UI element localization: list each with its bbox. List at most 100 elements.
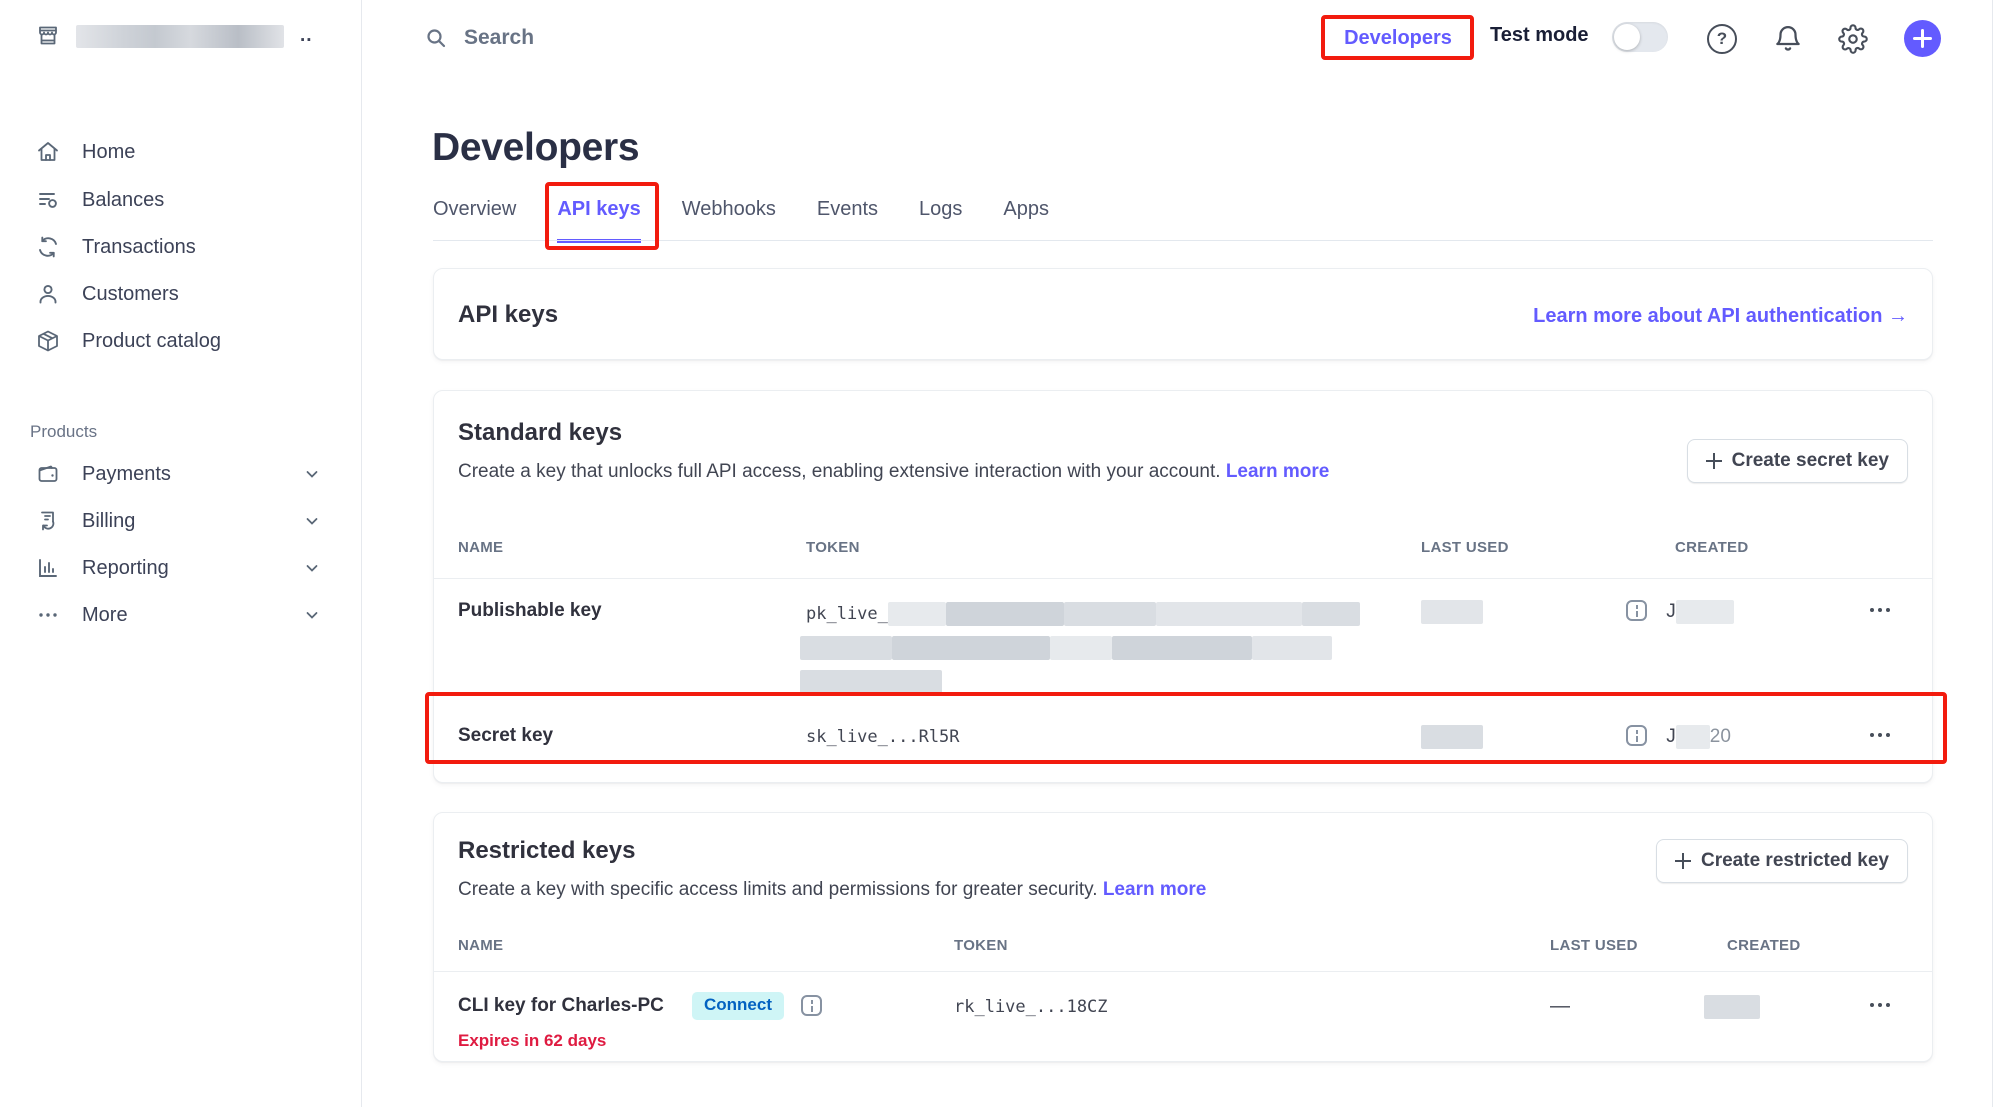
key-name: Secret key	[458, 725, 553, 747]
row-overflow-menu[interactable]	[1868, 727, 1892, 743]
col-last-used: LAST USED	[1421, 539, 1509, 556]
key-token[interactable]: sk_live_...Rl5R	[806, 727, 960, 747]
home-icon	[36, 140, 60, 164]
table-row-publishable-key: Publishable key pk_live_ J	[434, 578, 1932, 695]
sidebar-item-billing[interactable]: Billing	[36, 505, 135, 537]
settings-button[interactable]	[1838, 24, 1868, 54]
table-row-cli-key: CLI key for Charles-PC Connect rk_live_.…	[434, 971, 1932, 1063]
chevron-down-icon	[304, 466, 320, 482]
sidebar-item-product-catalog[interactable]: Product catalog	[36, 325, 221, 357]
notifications-button[interactable]	[1773, 24, 1803, 54]
restricted-keys-card: Restricted keys Create a key with specif…	[433, 812, 1933, 1062]
tab-apps[interactable]: Apps	[1003, 198, 1049, 243]
sidebar-item-label: Reporting	[82, 557, 169, 580]
create-secret-key-label: Create secret key	[1732, 450, 1889, 472]
more-icon	[36, 603, 60, 627]
restricted-keys-learn-more-link[interactable]: Learn more	[1103, 879, 1206, 900]
standard-keys-description-text: Create a key that unlocks full API acces…	[458, 461, 1221, 482]
sidebar-item-label: Transactions	[82, 236, 196, 259]
info-icon[interactable]	[1626, 600, 1647, 621]
col-created: CREATED	[1675, 539, 1749, 556]
standard-keys-card: Standard keys Create a key that unlocks …	[433, 390, 1933, 783]
sidebar-item-home[interactable]: Home	[36, 136, 135, 168]
info-icon[interactable]	[1626, 725, 1647, 746]
created-cell: J 20	[1626, 725, 1731, 749]
account-switcher[interactable]: ..	[36, 24, 313, 48]
created-redacted	[1704, 995, 1760, 1019]
test-mode-toggle[interactable]	[1612, 22, 1668, 52]
redacted-token	[1302, 602, 1360, 626]
sidebar-item-label: Billing	[82, 510, 135, 533]
col-created: CREATED	[1727, 937, 1801, 954]
last-used-redacted	[1421, 600, 1483, 624]
developers-link-label: Developers	[1344, 27, 1452, 50]
sidebar-item-payments[interactable]: Payments	[36, 458, 171, 490]
sidebar-item-customers[interactable]: Customers	[36, 278, 179, 310]
last-used-redacted	[1421, 725, 1483, 749]
tab-webhooks[interactable]: Webhooks	[682, 198, 776, 243]
reporting-icon	[36, 556, 60, 580]
help-button[interactable]: ?	[1707, 24, 1737, 54]
tab-events[interactable]: Events	[817, 198, 878, 243]
tab-overview[interactable]: Overview	[433, 198, 516, 243]
col-name: NAME	[458, 539, 503, 556]
sidebar-item-more[interactable]: More	[36, 599, 128, 631]
tabs-divider	[433, 240, 1933, 241]
col-last-used: LAST USED	[1550, 937, 1638, 954]
created-prefix: J	[1666, 601, 1676, 622]
redacted-token	[946, 602, 1064, 626]
topbar-developers-link[interactable]: Developers	[1323, 17, 1473, 60]
api-keys-card: API keys Learn more about API authentica…	[433, 268, 1933, 360]
created-cell: J	[1626, 600, 1734, 624]
key-expiry-warning: Expires in 62 days	[458, 1031, 606, 1051]
redacted-token	[1064, 602, 1156, 626]
sidebar-item-label: Home	[82, 141, 135, 164]
help-icon: ?	[1707, 24, 1737, 54]
storefront-icon	[36, 24, 60, 48]
plus-icon	[1675, 853, 1691, 869]
redacted-token-line2	[800, 636, 1332, 660]
created-redacted	[1676, 725, 1710, 749]
connect-badge-group: Connect	[692, 992, 822, 1020]
sidebar-item-label: Payments	[82, 463, 171, 486]
restricted-keys-heading: Restricted keys	[458, 837, 635, 865]
sidebar-item-reporting[interactable]: Reporting	[36, 552, 169, 584]
create-restricted-key-label: Create restricted key	[1701, 850, 1889, 872]
info-icon[interactable]	[801, 995, 822, 1016]
sidebar-item-balances[interactable]: Balances	[36, 184, 164, 216]
search-input[interactable]: Search	[424, 26, 534, 50]
table-row-secret-key: Secret key sk_live_...Rl5R J 20	[434, 695, 1932, 784]
api-auth-learn-more-link[interactable]: Learn more about API authentication →	[1533, 305, 1908, 328]
created-prefix: J	[1666, 726, 1676, 747]
tab-logs[interactable]: Logs	[919, 198, 962, 243]
created-redacted	[1676, 600, 1734, 624]
chevron-down-icon	[304, 560, 320, 576]
col-name: NAME	[458, 937, 503, 954]
api-keys-heading: API keys	[458, 301, 558, 329]
key-token[interactable]: rk_live_...18CZ	[954, 997, 1108, 1017]
create-restricted-key-button[interactable]: Create restricted key	[1656, 839, 1908, 883]
create-secret-key-button[interactable]: Create secret key	[1687, 439, 1908, 483]
test-mode-label: Test mode	[1490, 24, 1589, 47]
created-suffix: 20	[1710, 726, 1731, 747]
redacted-token	[888, 602, 946, 626]
row-overflow-menu[interactable]	[1868, 997, 1892, 1013]
chevron-down-icon	[304, 607, 320, 623]
key-token[interactable]: pk_live_	[806, 602, 1360, 626]
sidebar-section-products: Products	[30, 422, 97, 442]
sidebar-item-transactions[interactable]: Transactions	[36, 231, 196, 263]
balances-icon	[36, 188, 60, 212]
tab-api-keys[interactable]: API keys	[557, 198, 640, 243]
col-token: TOKEN	[806, 539, 860, 556]
plus-icon	[1706, 453, 1722, 469]
key-name: Publishable key	[458, 600, 602, 622]
billing-icon	[36, 509, 60, 533]
row-overflow-menu[interactable]	[1868, 602, 1892, 618]
sidebar-item-label: Customers	[82, 283, 179, 306]
sidebar-item-label: More	[82, 604, 128, 627]
sidebar-item-label: Balances	[82, 189, 164, 212]
standard-keys-learn-more-link[interactable]: Learn more	[1226, 461, 1329, 482]
create-button[interactable]	[1904, 20, 1941, 57]
toggle-knob	[1614, 24, 1640, 50]
gear-icon	[1838, 24, 1868, 54]
